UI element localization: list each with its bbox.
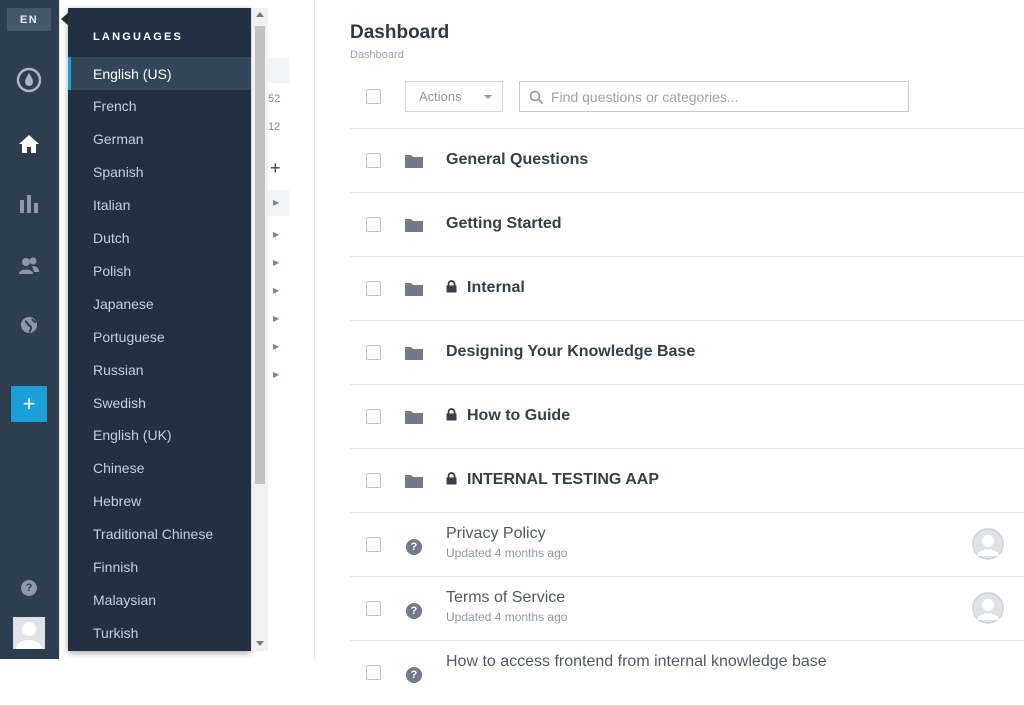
folder-icon	[405, 346, 423, 365]
folder-icon	[405, 282, 423, 301]
expand-arrow-icon[interactable]: ▶	[273, 314, 279, 323]
language-dropdown: LANGUAGES English (US) French German Spanis…	[68, 8, 251, 651]
dropdown-scrollbar[interactable]	[251, 8, 268, 651]
folder-icon	[405, 218, 423, 237]
language-option[interactable]: English (US)	[68, 57, 251, 90]
folder-icon	[405, 474, 423, 493]
row-checkbox[interactable]	[366, 409, 381, 424]
language-option[interactable]: English (UK)	[68, 419, 251, 452]
question-icon: ?	[406, 603, 422, 619]
category-row[interactable]: Designing Your Knowledge Base	[350, 320, 1024, 385]
logo-icon[interactable]	[13, 64, 45, 96]
page-title: Dashboard	[350, 22, 450, 43]
article-row[interactable]: ? How to access frontend from internal kn…	[350, 640, 1024, 705]
add-button[interactable]: +	[11, 386, 47, 422]
article-row[interactable]: ? Privacy Policy Updated 4 months ago	[350, 512, 1024, 577]
article-title[interactable]: How to access frontend from internal kno…	[446, 653, 827, 671]
category-row[interactable]: Internal	[350, 256, 1024, 321]
left-rail: EN + ?	[0, 0, 59, 659]
expand-arrow-icon[interactable]: ▶	[273, 286, 279, 295]
article-updated-time: Updated 4 months ago	[446, 546, 568, 560]
chevron-down-icon	[484, 95, 492, 99]
article-row[interactable]: ? Terms of Service Updated 4 months ago	[350, 576, 1024, 641]
row-checkbox[interactable]	[366, 345, 381, 360]
globe-icon[interactable]	[13, 309, 45, 341]
category-title[interactable]: Getting Started	[446, 215, 562, 233]
panel-count: 12	[268, 121, 281, 133]
category-title[interactable]: General Questions	[446, 151, 588, 169]
language-option[interactable]: Italian	[68, 189, 251, 222]
category-title[interactable]: INTERNAL TESTING AAP	[467, 471, 659, 489]
question-icon: ?	[406, 667, 422, 683]
row-checkbox[interactable]	[366, 153, 381, 168]
breadcrumb[interactable]: Dashboard	[350, 49, 404, 61]
article-title[interactable]: Privacy Policy	[446, 525, 546, 543]
row-checkbox[interactable]	[366, 217, 381, 232]
language-option[interactable]: Turkish	[68, 616, 251, 649]
article-title[interactable]: Terms of Service	[446, 589, 565, 607]
search-input[interactable]	[551, 82, 901, 111]
users-icon[interactable]	[13, 250, 45, 282]
folder-icon	[405, 410, 423, 429]
actions-dropdown[interactable]: Actions	[405, 81, 503, 112]
language-option[interactable]: Malaysian	[68, 583, 251, 616]
category-title[interactable]: Internal	[467, 279, 525, 297]
scroll-up-arrow-icon[interactable]	[256, 12, 264, 17]
row-checkbox[interactable]	[366, 601, 381, 616]
expand-arrow-icon[interactable]: ▶	[273, 342, 279, 351]
category-row[interactable]: Getting Started	[350, 192, 1024, 257]
language-option[interactable]: Japanese	[68, 287, 251, 320]
home-icon[interactable]	[13, 128, 45, 160]
actions-label: Actions	[419, 89, 462, 104]
language-option[interactable]: Polish	[68, 254, 251, 287]
lock-icon	[446, 280, 457, 298]
category-title[interactable]: How to Guide	[467, 407, 570, 425]
panel-add-icon[interactable]: +	[270, 158, 281, 179]
row-checkbox[interactable]	[366, 665, 381, 680]
language-option[interactable]: Traditional Chinese	[68, 518, 251, 551]
language-option[interactable]: Portuguese	[68, 320, 251, 353]
search-icon	[529, 90, 544, 110]
lock-icon	[446, 408, 457, 426]
language-option[interactable]: German	[68, 123, 251, 156]
article-updated-time: Updated 4 months ago	[446, 610, 568, 624]
expand-arrow-icon[interactable]: ▶	[273, 258, 279, 267]
scroll-thumb[interactable]	[255, 26, 265, 484]
language-option[interactable]: Finnish	[68, 551, 251, 584]
language-option[interactable]: French	[68, 90, 251, 123]
row-checkbox[interactable]	[366, 473, 381, 488]
question-icon: ?	[406, 539, 422, 555]
select-all-checkbox[interactable]	[366, 89, 381, 104]
dropdown-caret	[61, 13, 68, 25]
scroll-down-arrow-icon[interactable]	[256, 641, 264, 646]
expand-arrow-icon[interactable]: ▶	[273, 230, 279, 239]
expand-arrow-icon[interactable]: ▶	[273, 198, 279, 207]
category-row[interactable]: How to Guide	[350, 384, 1024, 449]
panel-count: 52	[268, 93, 281, 105]
search-box[interactable]	[519, 81, 909, 112]
expand-arrow-icon[interactable]: ▶	[273, 370, 279, 379]
language-option[interactable]: Swedish	[68, 386, 251, 419]
category-row[interactable]: INTERNAL TESTING AAP	[350, 448, 1024, 513]
user-avatar[interactable]	[13, 617, 45, 649]
plus-icon: +	[22, 391, 36, 416]
lock-icon	[446, 472, 457, 490]
help-icon[interactable]: ?	[21, 580, 37, 596]
category-title[interactable]: Designing Your Knowledge Base	[446, 343, 695, 361]
language-option[interactable]: Hebrew	[68, 485, 251, 518]
row-checkbox[interactable]	[366, 281, 381, 296]
language-button[interactable]: EN	[7, 8, 51, 31]
row-checkbox[interactable]	[366, 537, 381, 552]
dropdown-header: LANGUAGES	[93, 31, 184, 43]
author-avatar[interactable]	[972, 528, 1004, 560]
chart-icon[interactable]	[13, 188, 45, 220]
language-option[interactable]: Russian	[68, 353, 251, 386]
language-option[interactable]: Chinese	[68, 452, 251, 485]
author-avatar[interactable]	[972, 592, 1004, 624]
category-row[interactable]: General Questions	[350, 128, 1024, 193]
language-option[interactable]: Spanish	[68, 156, 251, 189]
folder-icon	[405, 154, 423, 173]
language-option[interactable]: Dutch	[68, 222, 251, 255]
